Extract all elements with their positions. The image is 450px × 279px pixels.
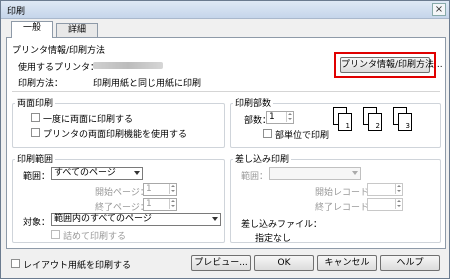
collate-checkbox[interactable]	[263, 129, 272, 138]
printer-label: 使用するプリンタ：	[18, 63, 100, 73]
copies-value: 1	[269, 112, 275, 122]
end-page-value: 1	[146, 199, 152, 209]
duplex-once-checkbox[interactable]	[31, 113, 40, 122]
range-label: 範囲：	[23, 172, 51, 182]
tab-details[interactable]: 詳細	[56, 23, 98, 38]
duplex-group: 両面印刷 一度に両面に印刷する プリンタの両面印刷機能を使用する	[12, 96, 225, 148]
spin-down-icon[interactable]	[395, 204, 402, 209]
printer-info-group-title: プリンタ情報/印刷方法	[12, 46, 106, 56]
range-select-value: すべてのページ	[54, 168, 116, 178]
method-label: 印刷方法：	[18, 79, 64, 89]
print-range-group: 印刷範囲 範囲： すべてのページ 開始ページ： 1 終了ページ： 1 対象： 範…	[12, 152, 225, 243]
merge-range-select[interactable]	[269, 167, 361, 180]
copies-spinner[interactable]: 1	[266, 111, 294, 124]
merge-file-label: 差し込みファイル：	[241, 220, 323, 230]
chevron-down-icon	[134, 171, 140, 175]
merge-group-title: 差し込み印刷	[233, 152, 292, 165]
duplex-printer-checkbox[interactable]	[31, 128, 40, 137]
layout-paper-label: レイアウト用紙を印刷する	[23, 261, 132, 271]
merge-range-label: 範囲：	[241, 172, 269, 182]
target-select[interactable]: 範囲内のすべてのページ	[51, 213, 221, 226]
window-title: 印刷	[7, 7, 26, 17]
spin-down-icon[interactable]	[395, 189, 402, 194]
cancel-button[interactable]: キャンセル	[317, 255, 377, 271]
method-value: 印刷用紙と同じ用紙に印刷	[93, 79, 202, 89]
duplex-group-title: 両面印刷	[15, 96, 56, 109]
compact-label: 詰めて印刷する	[63, 232, 127, 242]
spin-down-icon[interactable]	[169, 204, 176, 209]
preview-button[interactable]: プレビュー...	[191, 255, 251, 271]
tab-panel: プリンタ情報/印刷方法 使用するプリンタ： 印刷方法： 印刷用紙と同じ用紙に印刷…	[6, 37, 446, 249]
collate-label: 部単位で印刷	[275, 131, 330, 141]
start-record-spinner[interactable]	[367, 183, 403, 196]
printer-name-redacted	[93, 62, 163, 69]
duplex-printer-label: プリンタの両面印刷機能を使用する	[43, 130, 188, 140]
page-icon: 2	[368, 113, 382, 131]
merge-file-value: 指定なし	[255, 234, 292, 244]
print-range-group-title: 印刷範囲	[15, 152, 56, 165]
merge-group: 差し込み印刷 範囲： 開始レコード： 終了レコード： 差し込みファイル： 指定な…	[230, 152, 441, 244]
end-page-label: 終了ページ：	[95, 203, 149, 213]
start-page-spinner[interactable]: 1	[143, 183, 177, 196]
chevron-down-icon	[212, 217, 218, 221]
target-select-value: 範囲内のすべてのページ	[54, 214, 152, 224]
layout-paper-checkbox[interactable]	[11, 259, 20, 268]
highlight-frame	[334, 52, 436, 78]
end-record-spinner[interactable]	[367, 198, 403, 211]
print-dialog: 印刷 × 一般 詳細 プリンタ情報/印刷方法 使用するプリンタ： 印刷方法： 印…	[0, 0, 450, 279]
spin-down-icon[interactable]	[169, 189, 176, 194]
start-page-value: 1	[146, 184, 152, 194]
close-button[interactable]: ×	[432, 3, 446, 16]
spin-down-icon[interactable]	[286, 117, 293, 122]
page-icon: 3	[398, 113, 412, 131]
start-page-label: 開始ページ：	[95, 188, 149, 198]
duplex-once-label: 一度に両面に印刷する	[43, 115, 134, 125]
page-icon: 1	[338, 113, 352, 131]
ok-button[interactable]: OK	[254, 255, 314, 271]
end-page-spinner[interactable]: 1	[143, 198, 177, 211]
compact-checkbox[interactable]	[51, 230, 60, 239]
chevron-down-icon	[352, 171, 358, 175]
tab-general[interactable]: 一般	[11, 21, 53, 38]
title-bar: 印刷 ×	[1, 1, 449, 19]
divider	[12, 91, 440, 92]
help-button[interactable]: ヘルプ	[380, 255, 440, 271]
range-select[interactable]: すべてのページ	[51, 167, 143, 180]
copies-group-title: 印刷部数	[233, 96, 274, 109]
target-label: 対象：	[23, 218, 51, 228]
copies-group: 印刷部数 部数： 1 部単位で印刷 1 2 3	[230, 96, 441, 148]
